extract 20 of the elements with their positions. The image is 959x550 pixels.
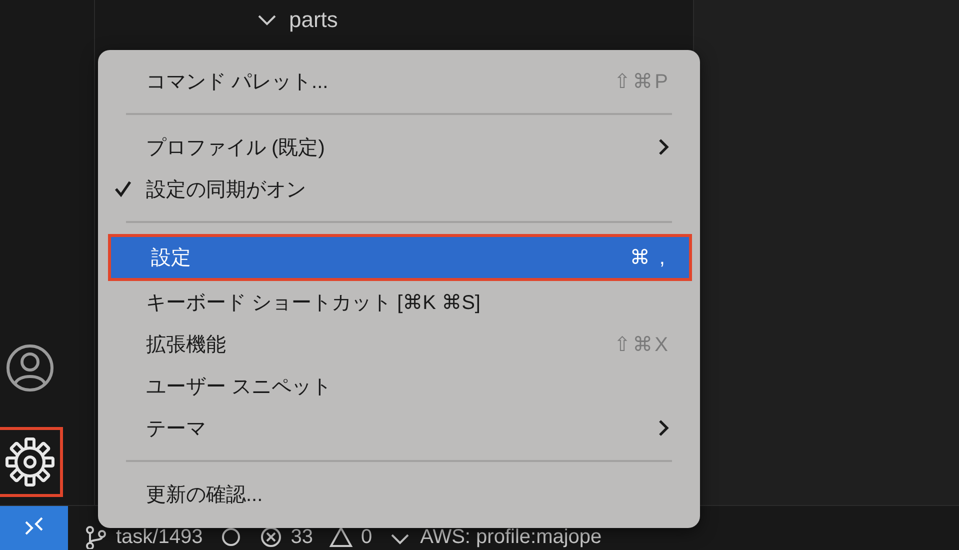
settings-icon[interactable] bbox=[5, 437, 55, 487]
menu-item[interactable]: 拡張機能 ⇧⌘X bbox=[106, 323, 692, 365]
status-text[interactable]: 0 bbox=[360, 526, 372, 548]
menu-item[interactable]: コマンド パレット... ⇧⌘P bbox=[106, 60, 692, 102]
status-text[interactable]: 33 bbox=[290, 526, 313, 548]
chevron-down-icon[interactable] bbox=[257, 14, 277, 26]
warning-icon[interactable] bbox=[328, 525, 353, 549]
status-text[interactable]: task/1493 bbox=[116, 526, 203, 548]
status-text[interactable]: AWS: profile:majope bbox=[420, 526, 602, 548]
folder-label[interactable]: parts bbox=[289, 7, 338, 33]
menu-item[interactable]: ユーザー スニペット bbox=[106, 365, 692, 407]
account-icon[interactable] bbox=[5, 343, 55, 393]
error-icon[interactable] bbox=[258, 525, 283, 549]
menu-item[interactable]: 設定の同期がオン bbox=[106, 168, 692, 210]
menu-item[interactable]: キーボード ショートカット [⌘K ⌘S] bbox=[106, 281, 692, 323]
menu-item[interactable]: 更新の確認... bbox=[106, 473, 692, 515]
menu-item[interactable]: テーマ bbox=[106, 407, 692, 449]
branch-icon[interactable] bbox=[84, 525, 108, 549]
menu-item[interactable]: 設定 ⌘ , bbox=[108, 234, 692, 281]
menu-item[interactable]: プロファイル (既定) bbox=[106, 126, 692, 168]
